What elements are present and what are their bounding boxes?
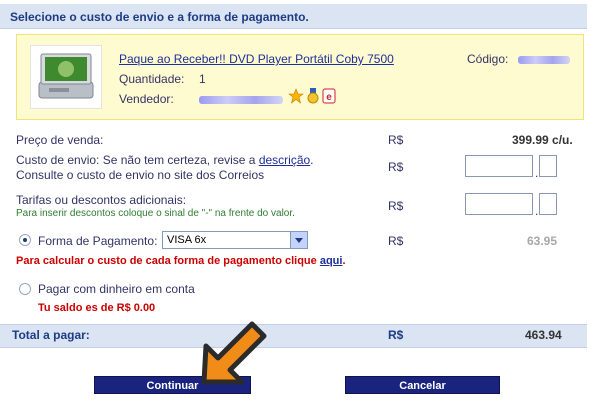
custo-envio-label: Custo de envio: Se não tem certeza, revi… [16, 153, 314, 167]
tarifas-input[interactable] [465, 193, 533, 215]
forma-pagamento-select[interactable]: VISA 6x [162, 231, 308, 249]
e-seller-badge-icon: e [322, 88, 336, 104]
decimal-separator: . [535, 166, 539, 180]
pagar-dinheiro-radio[interactable] [19, 283, 31, 295]
custo-envio-input[interactable] [465, 155, 533, 177]
quantidade-value: 1 [199, 72, 206, 86]
forma-selected-value: VISA 6x [167, 234, 207, 246]
codigo-redacted [518, 56, 570, 64]
svg-text:e: e [326, 92, 332, 103]
page-title: Selecione o custo de envio e a forma de … [10, 10, 309, 24]
tarifas-cents-input[interactable] [539, 193, 557, 215]
forma-value: 63.95 [527, 234, 558, 248]
vendedor-redacted [199, 96, 283, 104]
vendedor-label: Vendedor: [119, 92, 174, 106]
calc-note: Para calcular o custo de cada forma de p… [16, 255, 346, 267]
total-value: 463.94 [525, 328, 562, 342]
descricao-link[interactable]: descrição [259, 153, 310, 167]
tarifas-currency: R$ [388, 199, 404, 213]
preco-label: Preço de venda: [16, 133, 104, 147]
custo-envio-cents-input[interactable] [539, 155, 557, 177]
chevron-down-icon[interactable] [290, 232, 307, 248]
total-currency: R$ [388, 328, 404, 342]
preco-value: 399.99 c/u. [512, 133, 573, 147]
decimal-separator: . [535, 204, 539, 218]
tarifas-hint: Para inserir descontos coloque o sinal d… [16, 208, 295, 219]
medal-icon [306, 88, 320, 104]
product-title-link[interactable]: Paque ao Receber!! DVD Player Portátil C… [119, 52, 394, 66]
correios-note: Consulte o custo de envio no site dos Co… [16, 168, 265, 182]
forma-pagamento-radio[interactable] [19, 234, 31, 246]
codigo-label: Código: [467, 52, 509, 66]
forma-pagamento-label: Forma de Pagamento: [38, 234, 158, 248]
envio-currency: R$ [388, 160, 404, 174]
star-seller-icon [288, 88, 304, 104]
preco-currency: R$ [388, 133, 404, 147]
forma-currency: R$ [388, 234, 404, 248]
total-label: Total a pagar: [12, 328, 90, 342]
arrow-pointer-icon [201, 321, 267, 385]
tarifas-label: Tarifas ou descontos adicionais: [16, 193, 187, 207]
dvd-player-image [30, 45, 102, 109]
saldo-text: Tu saldo es de R$ 0.00 [38, 302, 156, 314]
pagar-dinheiro-label: Pagar com dinheiro em conta [38, 282, 195, 296]
quantidade-label: Quantidade: [119, 72, 185, 86]
cancelar-button[interactable]: Cancelar [345, 376, 500, 394]
aqui-link[interactable]: aqui [320, 255, 343, 267]
